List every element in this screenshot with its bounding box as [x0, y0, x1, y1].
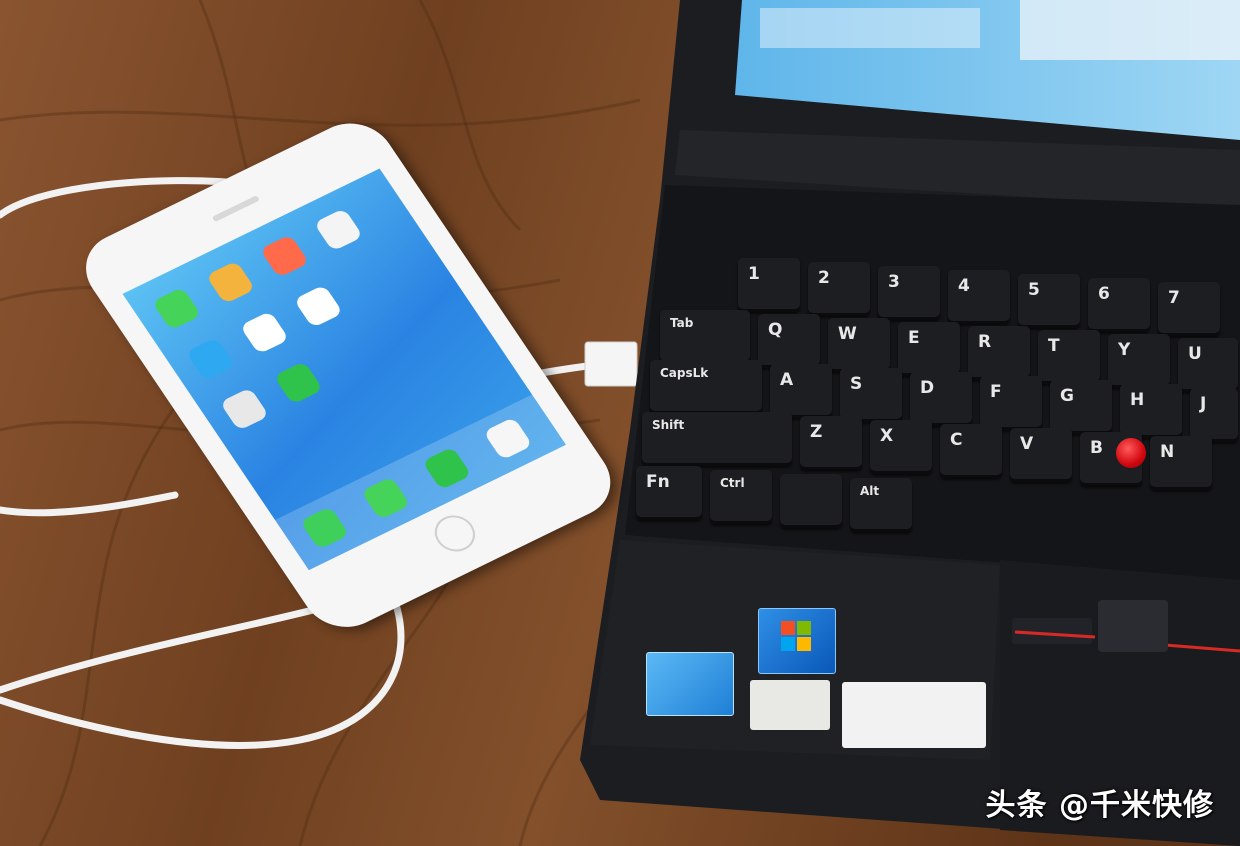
label-sticker-2 [842, 682, 986, 748]
app-icon [293, 284, 344, 328]
messages-icon [151, 286, 202, 331]
key-s: S [840, 368, 902, 422]
key-shift: Shift [642, 412, 792, 466]
app-icon [185, 337, 236, 381]
key-y: Y [1108, 334, 1170, 388]
key-ctrl: Ctrl [710, 470, 772, 524]
key-v: V [1010, 428, 1072, 482]
key-1: 1 [738, 258, 800, 312]
key-q: Q [758, 314, 820, 368]
key-t: T [1038, 330, 1100, 384]
key-h: H [1120, 384, 1182, 438]
key-c: C [940, 424, 1002, 478]
wechat-icon [273, 361, 324, 405]
photo-scene: 1 2 3 4 5 6 7 Tab Q W E R T Y U CapsLk A S D F G H J Shift Z X C V B… [0, 0, 1240, 846]
key-z: Z [800, 416, 862, 470]
intel-logo-icon [646, 652, 734, 716]
key-u: U [1178, 338, 1238, 392]
key-capslk: CapsLk [650, 360, 762, 414]
key-3: 3 [878, 266, 940, 320]
key-alt: Alt [850, 478, 912, 532]
key-w: W [828, 318, 890, 372]
key-fn: Fn [636, 466, 702, 520]
label-sticker [750, 680, 830, 730]
key-a: A [770, 364, 832, 418]
usb-plug [584, 341, 638, 387]
key-n: N [1150, 436, 1212, 490]
key-2: 2 [808, 262, 870, 316]
key-g: G [1050, 380, 1112, 434]
key-j: J [1190, 388, 1238, 442]
key-f: F [980, 376, 1042, 430]
app-icon [219, 387, 270, 431]
key-d: D [910, 372, 972, 426]
key-windows [780, 474, 842, 528]
home-button [427, 509, 483, 558]
app-icon [313, 208, 364, 252]
key-5: 5 [1018, 274, 1080, 328]
trackpoint [1116, 438, 1146, 468]
watermark-text: 头条 @千米快修 [985, 788, 1214, 823]
key-r: R [968, 326, 1030, 380]
app-icon [205, 260, 256, 305]
key-7: 7 [1158, 282, 1220, 336]
key-x: X [870, 420, 932, 474]
key-6: 6 [1088, 278, 1150, 332]
key-tab: Tab [660, 310, 750, 364]
windows-logo-icon [758, 608, 836, 674]
key-4: 4 [948, 270, 1010, 324]
app-icon [259, 234, 310, 278]
app-icon [239, 310, 290, 355]
earpiece [211, 195, 260, 223]
key-e: E [898, 322, 960, 376]
